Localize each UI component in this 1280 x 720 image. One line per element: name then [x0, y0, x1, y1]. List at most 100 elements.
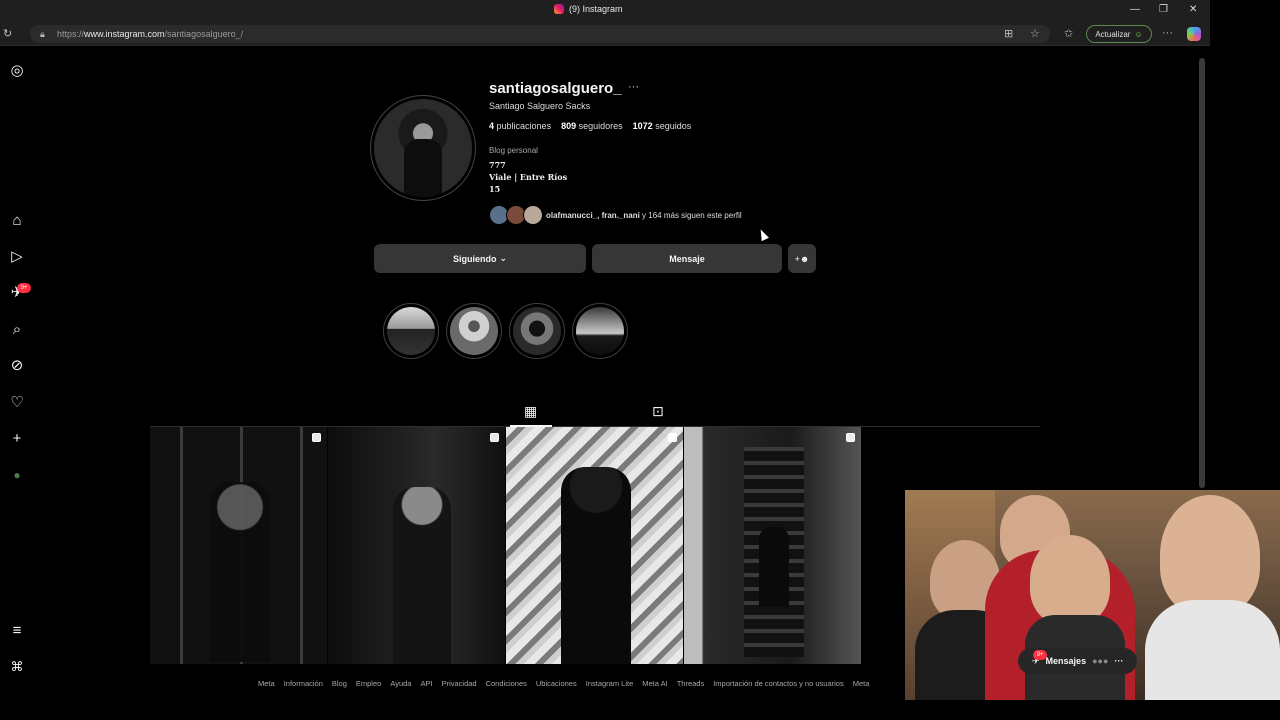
mouse-cursor-icon [757, 227, 769, 242]
footer-link[interactable]: Importación de contactos y no usuarios [713, 679, 844, 688]
tab-title: (9) Instagram [569, 4, 623, 14]
profile-photo [374, 99, 472, 197]
chevron-down-icon: ⌄ [499, 253, 508, 263]
messages-pill-label: Mensajes [1045, 656, 1087, 666]
webcam-shirt [1145, 600, 1280, 700]
story-highlight[interactable] [383, 303, 439, 359]
settings-more-icon[interactable]: ··· [1162, 27, 1173, 39]
instagram-sidebar: ◎ ⌂ ▷ ✈ ⌕ ⊘ ♡ + ● ≡ ⌘ [0, 46, 34, 706]
home-icon[interactable]: ⌂ [8, 211, 26, 229]
highlight-cover [576, 307, 624, 355]
more-icon: ··· [1114, 656, 1124, 666]
story-highlight[interactable] [572, 303, 628, 359]
reader-icon[interactable]: ⊞ [1004, 27, 1013, 40]
post-figure [393, 487, 451, 664]
mini-avatars-group: ●●● [1092, 656, 1109, 666]
profile-avatar[interactable] [370, 95, 476, 201]
post-thumbnail[interactable] [150, 427, 327, 664]
footer-link[interactable]: Meta [258, 679, 275, 688]
profile-icon: ☺ [1134, 29, 1143, 39]
footer-link[interactable]: Blog [332, 679, 347, 688]
reels-icon[interactable]: ▷ [8, 247, 26, 265]
notifications-heart-icon[interactable]: ♡ [8, 393, 26, 411]
followed-by[interactable]: olafmanucci_, fran._nani y 164 más sigue… [489, 205, 742, 225]
carousel-icon [490, 433, 499, 442]
footer-link[interactable]: Threads [677, 679, 705, 688]
mutual-avatars [489, 205, 543, 225]
more-menu-icon[interactable]: ≡ [8, 621, 26, 639]
mutual-avatar [523, 205, 543, 225]
refresh-icon[interactable]: ↻ [3, 27, 12, 40]
webcam-person [1030, 535, 1110, 625]
message-button[interactable]: Mensaje [592, 244, 782, 273]
background-strip [1210, 0, 1280, 490]
profile-username: santiagosalguero_ [489, 80, 622, 97]
favorites-icon[interactable]: ✩ [1064, 27, 1073, 40]
address-bar-row: ↻ 🔒︎ https://www.instagram.com/santiagos… [0, 22, 1210, 46]
footer-link[interactable]: Empleo [356, 679, 381, 688]
messages-pill-badge: 9+ [1033, 650, 1047, 660]
footer-link[interactable]: Meta AI [642, 679, 667, 688]
explore-icon[interactable]: ⊘ [8, 356, 26, 374]
footer-link[interactable]: Información [284, 679, 323, 688]
post-figure [759, 527, 789, 607]
followers-stat[interactable]: 809 seguidores [561, 121, 623, 131]
following-label: Siguiendo [452, 253, 497, 264]
footer-link[interactable]: Meta [853, 679, 870, 688]
page-footer: Meta Información Blog Empleo Ayuda API P… [258, 679, 869, 688]
messages-badge: 9+ [17, 283, 31, 293]
scrollbar-thumb[interactable] [1199, 58, 1205, 488]
copilot-icon[interactable] [1187, 27, 1201, 41]
post-thumbnail[interactable] [684, 427, 861, 664]
profile-full-name: Santiago Salguero Sacks [489, 101, 591, 111]
followed-by-text: olafmanucci_, fran._nani y 164 más sigue… [546, 210, 742, 220]
webcam-person [1160, 495, 1260, 615]
suggest-user-button[interactable]: +☻ [788, 244, 816, 273]
lock-icon[interactable]: 🔒︎ [40, 29, 45, 40]
posts-stat: 4 publicaciones [489, 121, 552, 131]
bio-line: 777 [489, 160, 506, 170]
highlight-cover [387, 307, 435, 355]
update-button[interactable]: Actualizar ☺ [1086, 25, 1152, 43]
following-button[interactable]: Siguiendo ⌄ [374, 244, 586, 273]
footer-link[interactable]: Instagram Lite [586, 679, 634, 688]
close-window-button[interactable]: ✕ [1189, 4, 1197, 15]
post-figure [561, 467, 631, 664]
footer-link[interactable]: Ubicaciones [536, 679, 577, 688]
post-thumbnail[interactable] [328, 427, 505, 664]
instagram-logo-icon[interactable]: ◎ [8, 61, 26, 79]
footer-link[interactable]: Condiciones [486, 679, 527, 688]
options-icon[interactable]: ··· [628, 81, 639, 93]
bio-line: 15 [489, 184, 501, 194]
footer-link[interactable]: Privacidad [442, 679, 477, 688]
page-scrollbar[interactable] [1198, 50, 1206, 490]
highlight-cover [513, 307, 561, 355]
profile-stats: 4 publicaciones 809 seguidores 1072 segu… [489, 121, 691, 131]
bio-line: Viale | Entre Ríos [489, 172, 568, 182]
carousel-icon [846, 433, 855, 442]
update-label: Actualizar [1095, 29, 1131, 39]
create-plus-icon[interactable]: + [8, 429, 26, 447]
story-highlight[interactable] [446, 303, 502, 359]
minimize-button[interactable]: — [1130, 4, 1140, 15]
profile-avatar-icon[interactable]: ● [8, 466, 26, 484]
restore-button[interactable]: ❐ [1159, 4, 1168, 15]
threads-icon[interactable]: ⌘ [8, 658, 26, 676]
highlight-cover [450, 307, 498, 355]
carousel-icon [312, 433, 321, 442]
browser-tab[interactable]: (9) Instagram [554, 4, 623, 14]
search-icon[interactable]: ⌕ [8, 320, 26, 338]
footer-link[interactable]: Ayuda [390, 679, 411, 688]
post-figure [210, 482, 270, 662]
post-thumbnail[interactable] [506, 427, 683, 664]
instagram-favicon-icon [554, 4, 564, 14]
url-field[interactable]: 🔒︎ https://www.instagram.com/santiagosal… [30, 25, 1050, 43]
following-stat[interactable]: 1072 seguidos [633, 121, 692, 131]
story-highlight[interactable] [509, 303, 565, 359]
tagged-icon[interactable]: ⊡ [652, 403, 664, 420]
add-person-icon: +☻ [794, 253, 810, 264]
footer-link[interactable]: API [420, 679, 432, 688]
profile-category: Blog personal [489, 146, 538, 155]
favorite-star-icon[interactable]: ☆ [1030, 27, 1040, 40]
posts-grid-icon[interactable]: ▦ [524, 403, 537, 420]
